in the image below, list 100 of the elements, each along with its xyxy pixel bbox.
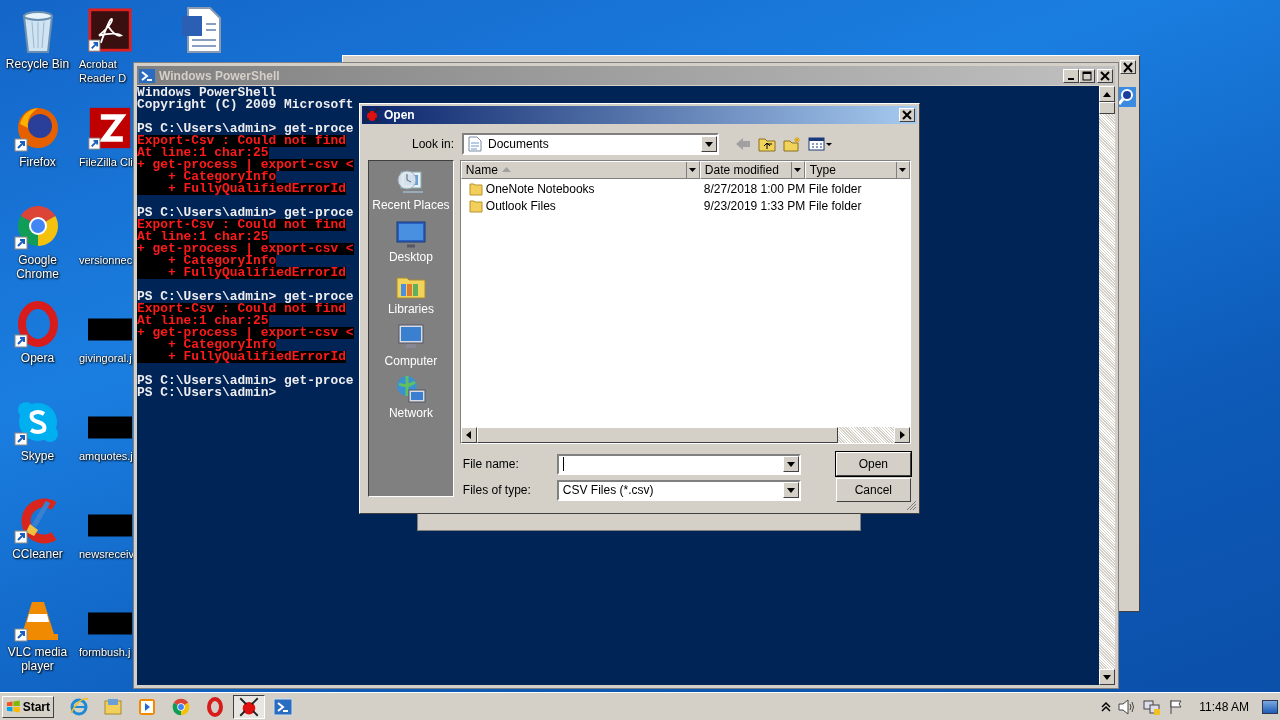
scroll-left-button[interactable] xyxy=(460,427,477,443)
field-label: File name: xyxy=(461,457,520,471)
arrow-left-icon xyxy=(466,431,472,439)
desktop-icon-label[interactable]: FileZilla Cli xyxy=(79,155,133,169)
desktop-icon-label[interactable]: Recycle Bin xyxy=(5,57,70,71)
chevron-icon[interactable] xyxy=(1101,700,1112,713)
column-menu-button[interactable] xyxy=(895,162,909,178)
desktop-icon-label[interactable]: Acrobat Reader D xyxy=(79,57,134,85)
places-item[interactable]: Desktop xyxy=(388,218,433,270)
caret-icon xyxy=(794,168,802,172)
taskbar-button[interactable] xyxy=(233,694,265,719)
table-cell-text: 8/27/2018 1:00 PM xyxy=(702,181,805,196)
network-icon xyxy=(394,374,427,406)
desktop-icon-label[interactable]: Firefox xyxy=(19,155,56,169)
places-item[interactable]: Libraries xyxy=(387,270,434,322)
start-button[interactable]: Start xyxy=(2,695,54,718)
clock[interactable]: 11:48 AM xyxy=(1199,699,1249,714)
console-line: Windows PowerShell xyxy=(137,87,277,99)
view-menu-icon[interactable] xyxy=(808,137,832,151)
close-icon xyxy=(902,110,912,120)
desktop-icon xyxy=(394,218,427,250)
console-line: PS C:\Users\admin> get-proce xyxy=(137,123,354,135)
network-icon[interactable] xyxy=(1143,698,1162,715)
places-item[interactable]: Network xyxy=(388,374,433,426)
maximize-icon xyxy=(1082,70,1092,81)
places-item[interactable]: Computer xyxy=(384,322,438,374)
file-name[interactable]: OneNote Notebooks xyxy=(485,181,595,196)
show-desktop-button[interactable] xyxy=(1262,699,1278,714)
scroll-thumb[interactable] xyxy=(1099,102,1115,114)
ring-logo-icon xyxy=(205,696,225,717)
scroll-right-button[interactable] xyxy=(894,427,910,443)
table-cell-text: File folder xyxy=(807,198,863,213)
scroll-thumb[interactable] xyxy=(476,427,838,443)
minimize-button[interactable] xyxy=(1063,68,1079,83)
desktop-icon-label[interactable]: Google Chrome xyxy=(0,253,75,281)
dropdown-button[interactable] xyxy=(701,136,717,152)
caret-icon xyxy=(786,487,795,493)
column-header[interactable]: Name xyxy=(460,161,700,179)
caret-icon xyxy=(689,168,697,172)
browser-icon xyxy=(69,696,89,717)
console-line: PS C:\Users\admin> xyxy=(137,387,277,399)
file-name-field[interactable] xyxy=(556,453,801,475)
caret-icon xyxy=(899,168,907,172)
dialog-button[interactable]: Open xyxy=(835,452,911,476)
dropdown-button[interactable] xyxy=(782,482,799,498)
look-in-dropdown[interactable]: Documents xyxy=(462,133,719,155)
close-icon xyxy=(1100,70,1110,81)
desktop-icon-label[interactable]: CCleaner xyxy=(12,547,63,561)
places-item[interactable]: Recent Places xyxy=(372,166,450,218)
flag-icon[interactable] xyxy=(1168,698,1185,715)
maximize-button[interactable] xyxy=(1079,68,1095,83)
arrow-down-icon xyxy=(1103,674,1111,680)
resize-grip-icon[interactable] xyxy=(906,500,917,511)
desktop-icon-label[interactable]: formbush.j xyxy=(79,645,131,659)
column-header[interactable]: Date modified xyxy=(699,161,805,179)
desktop-icon-label[interactable]: Opera xyxy=(20,351,55,365)
column-header[interactable]: Type xyxy=(804,161,910,179)
speaker-icon[interactable] xyxy=(1118,698,1137,715)
desktop-icon-label[interactable]: VLC media player xyxy=(0,645,75,673)
close-button[interactable] xyxy=(1120,60,1136,74)
dropdown-button[interactable] xyxy=(782,456,799,472)
field-label: Look in: xyxy=(410,137,454,151)
file-name[interactable]: Outlook Files xyxy=(485,198,556,213)
folder-icon xyxy=(468,198,483,213)
document-icon xyxy=(468,136,482,152)
text-cursor xyxy=(562,457,564,471)
desktop-icon-label[interactable]: givingoral.j xyxy=(79,351,132,365)
dialog-button[interactable]: Cancel xyxy=(835,478,911,502)
folder-icon xyxy=(103,696,123,717)
column-menu-button[interactable] xyxy=(790,162,804,178)
window-title: Windows PowerShell xyxy=(159,68,281,83)
desktop-icon-label[interactable]: Skype xyxy=(20,449,55,463)
scroll-up-button[interactable] xyxy=(1099,86,1115,102)
scroll-down-button[interactable] xyxy=(1099,669,1115,685)
dialog-title: Open xyxy=(384,108,416,122)
desktop-icon-label[interactable]: amquotes.j xyxy=(79,449,133,463)
close-button[interactable] xyxy=(1097,68,1113,83)
terminal-icon xyxy=(273,696,293,717)
document-swirl-icon[interactable] xyxy=(88,6,132,54)
file-type-dropdown[interactable]: CSV Files (*.csv) xyxy=(556,479,801,501)
field-label: Files of type: xyxy=(461,483,532,497)
bug-icon xyxy=(364,107,380,123)
folder-icon xyxy=(468,181,483,196)
close-button[interactable] xyxy=(899,108,915,122)
column-menu-button[interactable] xyxy=(685,162,699,178)
table-cell-text: File folder xyxy=(807,181,863,196)
play-icon xyxy=(137,696,157,717)
console-line: PS C:\Users\admin> get-proce xyxy=(137,207,354,219)
caret-icon xyxy=(786,461,795,467)
desktop-icon-label[interactable]: newsreceiv xyxy=(79,547,135,561)
arrow-up-icon xyxy=(1103,91,1111,97)
console-line: PS C:\Users\admin> get-proce xyxy=(137,375,354,387)
minimize-icon xyxy=(1068,77,1074,80)
close-icon xyxy=(1122,61,1134,73)
terminal-icon xyxy=(139,68,155,83)
desktop-icon-label[interactable]: versionnec xyxy=(79,253,133,267)
chrome-icon xyxy=(171,696,191,717)
console-line: Copyright (C) 2009 Microsoft xyxy=(137,99,354,111)
arrow-right-icon xyxy=(899,431,905,439)
up-folder-icon[interactable] xyxy=(758,136,776,152)
